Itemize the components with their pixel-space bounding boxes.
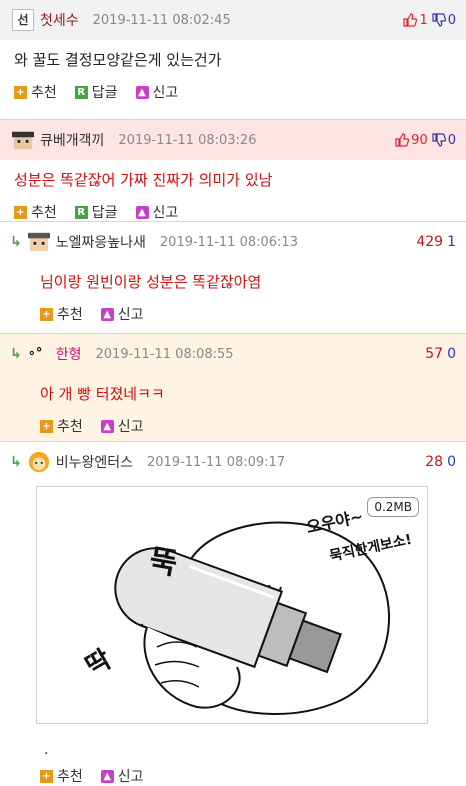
- comment-1: 선 첫세수 2019-11-11 08:02:45 1 0 와 꿀도 결정모양같…: [0, 0, 466, 120]
- reply-label: 답글: [91, 205, 118, 221]
- comment-actions: + 추천 R 답글 ▲ 신고: [0, 82, 466, 112]
- reply-3: ↳ 비누왕엔터스 2019-11-11 08:09:17 28 0 오우야~ 묵…: [0, 442, 466, 786]
- reply-button[interactable]: R 답글: [74, 82, 118, 102]
- down-count: 0: [447, 132, 456, 148]
- recommend-button[interactable]: + 추천: [40, 304, 83, 324]
- report-label: 신고: [152, 85, 179, 101]
- comment-header: ↳ 노엘짜응높나새 2019-11-11 08:06:13 429 1: [0, 222, 466, 262]
- down-count: 0: [447, 346, 456, 362]
- recommend-label: 추천: [57, 419, 83, 435]
- thumbs-up-icon[interactable]: [403, 13, 418, 27]
- recommend-label: 추천: [31, 85, 57, 101]
- plus-icon: +: [40, 307, 53, 321]
- thumbs-down-icon[interactable]: [432, 133, 446, 147]
- recommend-label: 추천: [31, 205, 57, 221]
- report-button[interactable]: ▲ 신고: [100, 416, 144, 436]
- avatar[interactable]: [27, 231, 50, 253]
- nickname[interactable]: 노엘짜응높나새: [56, 232, 146, 252]
- reply-icon: R: [74, 205, 88, 219]
- plus-icon: +: [14, 205, 27, 219]
- recommend-button[interactable]: + 추천: [40, 766, 83, 786]
- comment-text: .: [44, 742, 49, 758]
- siren-icon: ▲: [135, 85, 149, 99]
- avatar[interactable]: [28, 451, 50, 473]
- recommend-button[interactable]: + 추천: [40, 416, 83, 436]
- image-size-badge: 0.2MB: [367, 497, 419, 517]
- thumbs-down-icon[interactable]: [432, 13, 446, 27]
- down-count: 0: [447, 12, 456, 28]
- siren-icon: ▲: [100, 307, 114, 321]
- report-button[interactable]: ▲ 신고: [135, 202, 179, 222]
- comic-illustration: 오우야~ 묵직한게보소! 뚝 딱: [81, 506, 413, 715]
- up-count: 1: [419, 12, 428, 28]
- timestamp: 2019-11-11 08:06:13: [159, 234, 298, 250]
- plus-icon: +: [14, 85, 27, 99]
- comment-header: ↳ 비누왕엔터스 2019-11-11 08:09:17 28 0: [0, 442, 466, 482]
- plus-icon: +: [40, 419, 53, 433]
- siren-icon: ▲: [135, 205, 149, 219]
- plus-icon: +: [40, 769, 53, 783]
- reply-label: 답글: [91, 85, 118, 101]
- vote-box: 28 0: [425, 454, 456, 470]
- recommend-button[interactable]: + 추천: [14, 202, 57, 222]
- recommend-button[interactable]: + 추천: [14, 82, 57, 102]
- timestamp: 2019-11-11 08:02:45: [92, 12, 231, 28]
- comic-text-boom: 딱: [81, 644, 117, 682]
- recommend-label: 추천: [57, 769, 83, 785]
- comment-header: 큐베개객끼 2019-11-11 08:03:26 90 0: [0, 120, 466, 160]
- comment-actions: + 추천 ▲ 신고: [0, 304, 466, 334]
- reply-arrow-icon: ↳: [10, 234, 22, 250]
- report-label: 신고: [152, 205, 179, 221]
- timestamp: 2019-11-11 08:09:17: [147, 454, 286, 470]
- timestamp: 2019-11-11 08:08:55: [95, 346, 234, 362]
- comment-2: 큐베개객끼 2019-11-11 08:03:26 90 0 성분은 똑같잖어 …: [0, 120, 466, 222]
- timestamp: 2019-11-11 08:03:26: [118, 132, 257, 148]
- vote-box: 1 0: [403, 13, 456, 28]
- comment-header: 선 첫세수 2019-11-11 08:02:45 1 0: [0, 0, 466, 40]
- nickname[interactable]: 첫세수: [40, 10, 79, 30]
- comment-text: 아 개 빵 터졌네ㅋㅋ: [40, 385, 165, 403]
- report-button[interactable]: ▲ 신고: [100, 766, 144, 786]
- nickname[interactable]: 한형: [56, 344, 82, 364]
- report-button[interactable]: ▲ 신고: [100, 304, 144, 324]
- reply-button[interactable]: R 답글: [74, 202, 118, 222]
- vote-box: 429 1: [416, 234, 456, 250]
- comment-text: 성분은 똑같잖어 가짜 진짜가 의미가 있남: [14, 171, 273, 189]
- down-count: 0: [447, 454, 456, 470]
- vote-box: 90 0: [395, 133, 456, 148]
- reply-arrow-icon: ↳: [10, 454, 22, 470]
- up-count: 429: [416, 234, 444, 250]
- up-count: 90: [411, 132, 428, 148]
- siren-icon: ▲: [100, 419, 114, 433]
- avatar[interactable]: [12, 129, 34, 151]
- nickname[interactable]: 비누왕엔터스: [56, 452, 133, 472]
- comment-header: ↳ ∘° 한형 2019-11-11 08:08:55 57 0: [0, 334, 466, 374]
- comment-actions: + 추천 ▲ 신고: [0, 764, 466, 786]
- thumbs-up-icon[interactable]: [395, 133, 410, 147]
- report-label: 신고: [117, 307, 144, 323]
- down-count: 1: [447, 234, 456, 250]
- report-label: 신고: [117, 769, 144, 785]
- vote-box: 57 0: [425, 346, 456, 362]
- reply-2: ↳ ∘° 한형 2019-11-11 08:08:55 57 0 아 개 빵 터…: [0, 334, 466, 442]
- comment-text: 님이랑 원빈이랑 성분은 똑같잖아염: [40, 273, 262, 291]
- recommend-label: 추천: [57, 307, 83, 323]
- report-label: 신고: [117, 419, 144, 435]
- report-button[interactable]: ▲ 신고: [135, 82, 179, 102]
- siren-icon: ▲: [100, 769, 114, 783]
- avatar[interactable]: ∘°: [28, 343, 50, 365]
- up-count: 57: [425, 346, 444, 362]
- attached-image[interactable]: 오우야~ 묵직한게보소! 뚝 딱 0.2MB: [36, 486, 428, 724]
- avatar[interactable]: 선: [12, 9, 34, 31]
- reply-1: ↳ 노엘짜응높나새 2019-11-11 08:06:13 429 1 님이랑 …: [0, 222, 466, 334]
- reply-icon: R: [74, 85, 88, 99]
- nickname[interactable]: 큐베개객끼: [40, 130, 104, 150]
- comment-text: 와 꿀도 결정모양같은게 있는건가: [14, 51, 222, 69]
- reply-arrow-icon: ↳: [10, 346, 22, 362]
- up-count: 28: [425, 454, 444, 470]
